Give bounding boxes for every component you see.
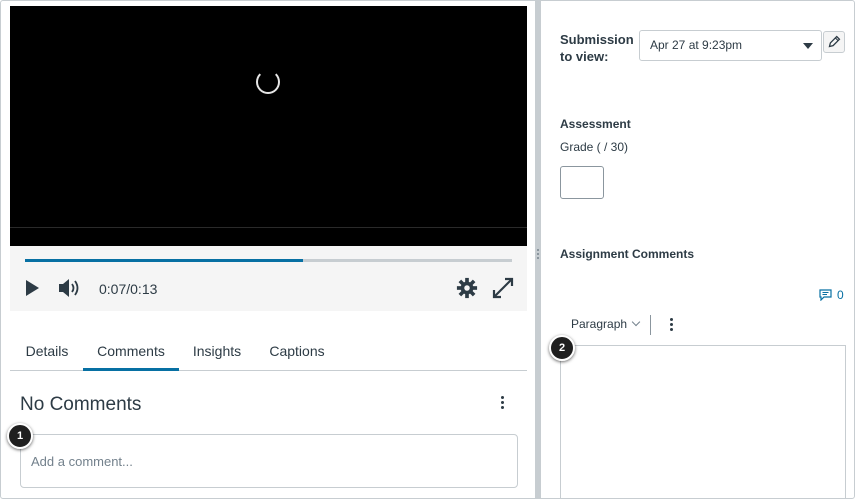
add-comment-input[interactable]: [20, 434, 518, 488]
comments-menu-icon[interactable]: [495, 394, 509, 414]
grade-label: Grade ( / 30): [560, 140, 629, 154]
gear-icon[interactable]: [456, 277, 478, 299]
grip-icon: [536, 247, 540, 265]
submission-select[interactable]: Apr 27 at 9:23pm: [639, 30, 822, 61]
tab-insights[interactable]: Insights: [186, 331, 248, 371]
assignment-comments-heading: Assignment Comments: [560, 247, 695, 261]
editor-toolbar: Paragraph: [560, 313, 854, 337]
comments-heading: No Comments: [20, 394, 142, 415]
assessment-heading: Assessment: [560, 117, 631, 131]
submission-selected-value: Apr 27 at 9:23pm: [650, 38, 743, 52]
media-pane: 0:07/0:13 Details Comments Insights Capt…: [1, 1, 535, 498]
toolbar-separator: [650, 315, 651, 335]
tab-details[interactable]: Details: [16, 331, 78, 371]
format-dropdown-label: Paragraph: [571, 317, 628, 331]
media-tabs: Details Comments Insights Captions: [10, 331, 527, 371]
tab-captions[interactable]: Captions: [264, 331, 330, 371]
tab-comments[interactable]: Comments: [83, 331, 179, 371]
caret-down-icon: [803, 43, 813, 49]
submission-label: Submission to view:: [560, 32, 634, 64]
format-dropdown[interactable]: Paragraph: [571, 317, 641, 331]
progress-bar[interactable]: [25, 259, 512, 262]
fullscreen-icon[interactable]: [492, 277, 514, 299]
progress-fill: [25, 259, 303, 262]
time-display: 0:07/0:13: [99, 281, 158, 297]
comment-bubble-icon: [819, 289, 832, 301]
loading-spinner-icon: [256, 70, 280, 94]
video-bottom-line: [10, 227, 527, 228]
comment-count-link[interactable]: 0: [819, 288, 844, 302]
video-player[interactable]: [10, 6, 527, 246]
callout-badge-2: 2: [549, 335, 575, 361]
callout-badge-1: 1: [7, 423, 33, 449]
toolbar-more-icon[interactable]: [664, 316, 678, 336]
comment-editor[interactable]: [560, 345, 846, 498]
pencil-icon[interactable]: [823, 31, 845, 53]
grading-pane: Submission to view: Apr 27 at 9:23pm Ass…: [541, 1, 854, 498]
player-controls: 0:07/0:13: [10, 246, 527, 311]
grade-input[interactable]: [560, 166, 604, 199]
comment-count-value: 0: [837, 288, 844, 302]
volume-icon[interactable]: [58, 278, 82, 298]
app-frame: 0:07/0:13 Details Comments Insights Capt…: [0, 0, 855, 499]
chevron-down-icon: [631, 317, 641, 327]
play-icon[interactable]: [26, 280, 39, 296]
